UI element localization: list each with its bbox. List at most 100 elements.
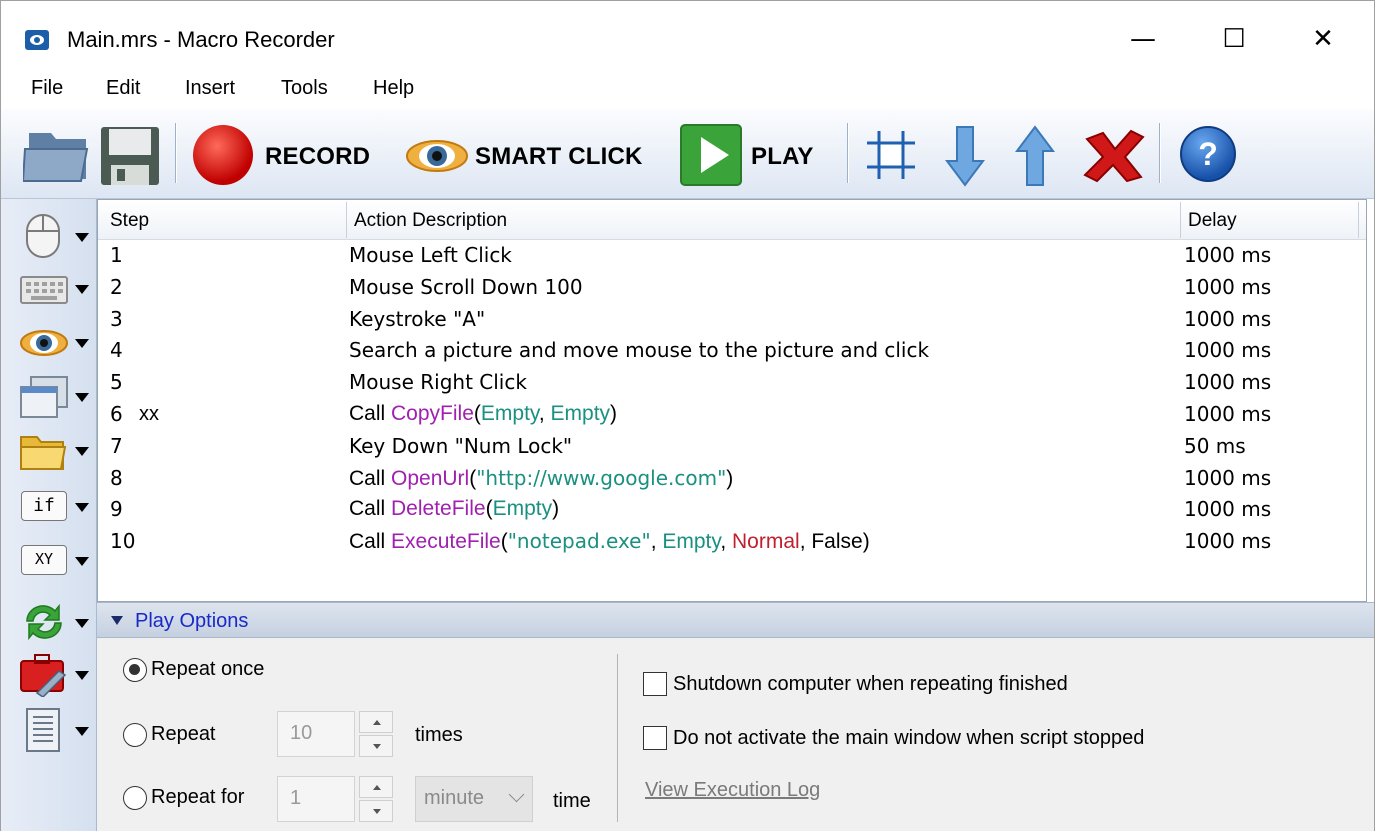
shutdown-checkbox[interactable]	[643, 672, 667, 696]
table-row[interactable]: 1 Mouse Left Click 1000 ms	[98, 241, 1366, 272]
chevron-down-icon	[75, 619, 89, 628]
table-row[interactable]: 7 Key Down "Num Lock" 50 ms	[98, 432, 1366, 463]
spin-up-button[interactable]	[359, 776, 393, 798]
repeat-radio[interactable]	[123, 723, 147, 747]
play-options-title: Play Options	[135, 610, 249, 632]
table-row[interactable]: 3 Keystroke "A" 1000 ms	[98, 305, 1366, 336]
table-row[interactable]: 10 Call ExecuteFile("notepad.exe", Empty…	[98, 527, 1366, 558]
action-description: Call CopyFile(Empty, Empty)	[349, 402, 617, 426]
play-icon[interactable]	[679, 123, 743, 187]
delay-value: 1000 ms	[1184, 466, 1272, 490]
step-number: 2	[110, 275, 123, 299]
record-button[interactable]: RECORD	[265, 143, 370, 171]
function-name: DeleteFile	[391, 497, 486, 520]
sidebar-keyboard[interactable]	[17, 263, 97, 313]
repeat-count-input[interactable]: 10	[277, 711, 355, 757]
sidebar-smart-click[interactable]	[17, 317, 97, 367]
table-row[interactable]: 9 Call DeleteFile(Empty) 1000 ms	[98, 495, 1366, 526]
sidebar-script[interactable]	[17, 705, 97, 755]
chevron-down-icon	[75, 447, 89, 456]
minimize-button[interactable]: —	[1113, 15, 1173, 63]
no-activate-checkbox[interactable]	[643, 726, 667, 750]
argument: "notepad.exe"	[507, 529, 651, 553]
view-execution-log-link[interactable]: View Execution Log	[645, 779, 820, 802]
call-keyword: Call	[349, 402, 392, 425]
repeat-count-stepper[interactable]: 10	[277, 711, 397, 757]
function-name: ExecuteFile	[391, 530, 501, 553]
delay-value: 1000 ms	[1184, 275, 1272, 299]
play-options-panel: Repeat once Repeat 10 times Repeat for 1…	[97, 638, 1374, 831]
repeat-once-radio[interactable]	[123, 658, 147, 682]
smart-click-button[interactable]: SMART CLICK	[475, 143, 643, 171]
argument: , False	[799, 530, 863, 553]
move-up-icon[interactable]	[1015, 125, 1055, 187]
toolbar-separator	[1159, 123, 1161, 183]
shutdown-label: Shutdown computer when repeating finishe…	[673, 673, 1068, 695]
table-row[interactable]: 8 Call OpenUrl("http://www.google.com") …	[98, 464, 1366, 495]
function-name: CopyFile	[391, 402, 474, 425]
menu-bar: File Edit Insert Tools Help	[1, 67, 1374, 109]
time-unit-select[interactable]: minute	[415, 776, 533, 822]
menu-file[interactable]: File	[31, 77, 63, 100]
sidebar-tools[interactable]	[17, 649, 97, 699]
spin-down-button[interactable]	[359, 800, 393, 822]
table-row[interactable]: 4 Search a picture and move mouse to the…	[98, 336, 1366, 367]
column-divider[interactable]	[346, 202, 347, 238]
table-row[interactable]: 5 Mouse Right Click 1000 ms	[98, 368, 1366, 399]
no-activate-label: Do not activate the main window when scr…	[673, 727, 1145, 749]
repeat-for-input[interactable]: 1	[277, 776, 355, 822]
close-button[interactable]: ✕	[1293, 15, 1353, 63]
chevron-down-icon	[75, 727, 89, 736]
paren: (	[485, 497, 493, 520]
column-divider[interactable]	[1180, 202, 1181, 238]
paren: (	[500, 530, 508, 553]
chevron-down-icon	[75, 339, 89, 348]
smart-click-eye-icon[interactable]	[405, 139, 469, 173]
step-number: 6	[110, 402, 123, 426]
time-label: time	[553, 790, 591, 812]
window-title: Main.mrs - Macro Recorder	[67, 27, 335, 52]
delete-icon[interactable]	[1081, 129, 1147, 183]
sidebar-window[interactable]	[17, 371, 97, 421]
table-row[interactable]: 2 Mouse Scroll Down 100 1000 ms	[98, 273, 1366, 304]
header-step[interactable]: Step	[110, 210, 149, 232]
floppy-save-icon[interactable]	[99, 125, 163, 187]
delay-value: 50 ms	[1184, 434, 1246, 458]
if-icon: if	[21, 491, 67, 521]
repeat-for-radio[interactable]	[123, 786, 147, 810]
argument: Empty	[480, 402, 539, 425]
folder-icon	[20, 436, 67, 470]
spin-up-button[interactable]	[359, 711, 393, 733]
options-divider	[617, 654, 618, 822]
menu-insert[interactable]: Insert	[185, 77, 235, 100]
header-delay[interactable]: Delay	[1188, 210, 1237, 232]
repeat-label: Repeat	[151, 723, 216, 745]
steps-table[interactable]: Step Action Description Delay 1 Mouse Le…	[97, 199, 1367, 602]
play-options-header[interactable]: Play Options	[97, 602, 1374, 638]
window-icon	[20, 376, 68, 418]
sidebar-mouse[interactable]	[17, 211, 97, 261]
sidebar-variables[interactable]: XY	[17, 535, 97, 585]
help-icon[interactable]: ?	[1179, 125, 1237, 183]
table-row[interactable]: 6 xx Call CopyFile(Empty, Empty) 1000 ms	[98, 400, 1366, 431]
select-area-icon[interactable]	[865, 129, 917, 181]
sidebar-loop[interactable]	[17, 597, 97, 647]
column-divider[interactable]	[1358, 202, 1359, 238]
play-button[interactable]: PLAY	[751, 143, 814, 171]
sidebar-if[interactable]: if	[17, 481, 97, 531]
header-action-description[interactable]: Action Description	[354, 210, 507, 232]
tools-icon	[20, 654, 67, 697]
step-number: 3	[110, 307, 123, 331]
menu-edit[interactable]: Edit	[106, 77, 140, 100]
move-down-icon[interactable]	[945, 125, 985, 187]
sidebar-file[interactable]	[17, 425, 97, 475]
menu-tools[interactable]: Tools	[281, 77, 328, 100]
maximize-button[interactable]: ☐	[1204, 15, 1264, 63]
menu-help[interactable]: Help	[373, 77, 414, 100]
record-icon[interactable]	[191, 123, 255, 187]
repeat-for-stepper[interactable]: 1	[277, 776, 397, 822]
function-name: OpenUrl	[391, 467, 470, 490]
spin-down-button[interactable]	[359, 735, 393, 757]
main-window: Main.mrs - Macro Recorder — ☐ ✕ File Edi…	[0, 0, 1375, 831]
folder-open-icon[interactable]	[23, 123, 93, 185]
